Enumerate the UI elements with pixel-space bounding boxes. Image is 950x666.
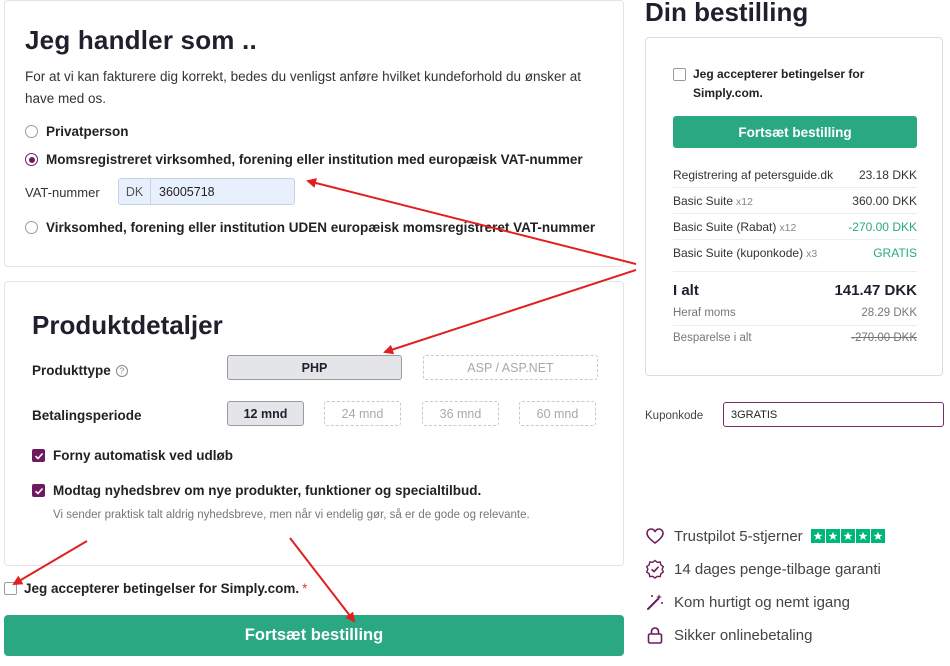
- period-36-months[interactable]: 36 mnd: [422, 401, 499, 426]
- vat-number-field[interactable]: DK: [118, 178, 295, 205]
- check-icon: [34, 452, 43, 460]
- vat-country-prefix: DK: [119, 179, 151, 204]
- order-line-name: Basic Suite (Rabat): [673, 219, 777, 234]
- product-type-label: Produkttype ?: [32, 363, 128, 378]
- order-line-price: GRATIS: [873, 246, 917, 260]
- order-total-value: 141.47 DKK: [834, 282, 917, 299]
- feature-label: Trustpilot 5-stjerner: [674, 527, 803, 545]
- order-total-label: I alt: [673, 282, 699, 299]
- feature-label: 14 dages penge-tilbage garanti: [674, 560, 881, 578]
- coupon-label: Kuponkode: [645, 410, 704, 422]
- period-24-months[interactable]: 24 mnd: [324, 401, 401, 426]
- order-accept-terms-label: Jeg accepterer betingelser for Simply.co…: [693, 67, 865, 100]
- feature-label: Sikker onlinebetaling: [674, 626, 813, 644]
- trustpilot-stars: [810, 529, 886, 543]
- period-60-months[interactable]: 60 mnd: [519, 401, 596, 426]
- order-line: Basic Suite (kuponkode) x3 GRATIS: [673, 240, 917, 266]
- star-icon: [810, 529, 825, 543]
- order-vat-label: Heraf moms: [673, 307, 736, 319]
- radio-button[interactable]: [25, 125, 38, 138]
- radio-label: Privatperson: [46, 124, 129, 139]
- radio-button-checked[interactable]: [25, 153, 38, 166]
- order-vat-row: Heraf moms 28.29 DKK: [673, 307, 917, 319]
- star-icon: [855, 529, 870, 543]
- radio-private-person[interactable]: Privatperson: [25, 124, 129, 139]
- heart-icon: [645, 526, 665, 546]
- badge-check-icon: [645, 559, 665, 579]
- newsletter-label: Modtag nyhedsbrev om nye produkter, funk…: [53, 483, 482, 498]
- vat-number-input[interactable]: [151, 184, 291, 199]
- feature-label: Kom hurtigt og nemt igang: [674, 593, 850, 611]
- order-lines: Registrering af petersguide.dk 23.18 DKK…: [673, 162, 917, 266]
- order-savings-row: Besparelse i alt -270.00 DKK: [673, 332, 917, 344]
- order-line-name: Basic Suite (kuponkode): [673, 246, 804, 260]
- order-line-price: -270.00 DKK: [848, 219, 917, 234]
- order-summary-card: Jeg accepterer betingelser for Simply.co…: [645, 37, 943, 376]
- product-type-text: Produkttype: [32, 363, 111, 378]
- customer-type-title: Jeg handler som ..: [25, 25, 257, 55]
- divider: [673, 325, 917, 326]
- order-total-row: I alt 141.47 DKK: [673, 282, 917, 299]
- order-accept-terms-option[interactable]: Jeg accepterer betingelser for Simply.co…: [673, 65, 913, 103]
- order-line-name: Basic Suite: [673, 193, 734, 208]
- product-type-asp[interactable]: ASP / ASP.NET: [423, 355, 598, 380]
- newsletter-option[interactable]: Modtag nyhedsbrev om nye produkter, funk…: [32, 483, 481, 498]
- coupon-input[interactable]: [723, 402, 944, 427]
- order-line: Basic Suite (Rabat) x12 -270.00 DKK: [673, 214, 917, 240]
- order-line: Basic Suite x12 360.00 DKK: [673, 188, 917, 214]
- lock-icon: [645, 625, 665, 645]
- accept-terms-checkbox[interactable]: [4, 582, 17, 595]
- feature-quick-start: Kom hurtigt og nemt igang: [645, 592, 850, 612]
- order-line-qty: x12: [736, 195, 753, 208]
- order-summary-title: Din bestilling: [645, 0, 809, 27]
- auto-renew-option[interactable]: Forny automatisk ved udløb: [32, 448, 233, 463]
- radio-business-without-vat[interactable]: Virksomhed, forening eller institution U…: [25, 220, 595, 235]
- feature-trustpilot: Trustpilot 5-stjerner: [645, 526, 886, 546]
- divider: [673, 271, 917, 272]
- order-line: Registrering af petersguide.dk 23.18 DKK: [673, 162, 917, 188]
- newsletter-checkbox[interactable]: [32, 484, 45, 497]
- order-savings-label: Besparelse i alt: [673, 332, 752, 344]
- accept-terms-label: Jeg accepterer betingelser for Simply.co…: [24, 581, 300, 596]
- customer-type-description: For at vi kan fakturere dig korrekt, bed…: [25, 69, 582, 106]
- required-mark: *: [302, 581, 308, 596]
- order-continue-button[interactable]: Fortsæt bestilling: [673, 116, 917, 148]
- radio-button[interactable]: [25, 221, 38, 234]
- product-type-php[interactable]: PHP: [227, 355, 402, 380]
- help-icon[interactable]: ?: [115, 364, 128, 377]
- radio-vat-registered-business[interactable]: Momsregistreret virksomhed, forening ell…: [25, 152, 583, 167]
- order-line-price: 23.18 DKK: [858, 167, 917, 182]
- order-accept-terms-checkbox[interactable]: [673, 68, 686, 81]
- order-line-qty: x3: [806, 248, 818, 260]
- period-12-months[interactable]: 12 mnd: [227, 401, 304, 426]
- check-icon: [34, 487, 43, 495]
- product-details-card: Produktdetaljer Produkttype ? PHP ASP / …: [4, 281, 624, 566]
- order-vat-value: 28.29 DKK: [861, 307, 917, 319]
- feature-money-back: 14 dages penge-tilbage garanti: [645, 559, 881, 579]
- vat-number-label: VAT-nummer: [25, 185, 100, 200]
- star-icon: [870, 529, 885, 543]
- accept-terms-option[interactable]: Jeg accepterer betingelser for Simply.co…: [4, 581, 307, 596]
- magic-wand-icon: [645, 592, 665, 612]
- newsletter-note: Vi sender praktisk talt aldrig nyhedsbre…: [53, 509, 530, 521]
- order-savings-value: -270.00 DKK: [851, 332, 917, 344]
- auto-renew-checkbox[interactable]: [32, 449, 45, 462]
- billing-period-label: Betalingsperiode: [32, 408, 142, 423]
- star-icon: [825, 529, 840, 543]
- radio-label: Momsregistreret virksomhed, forening ell…: [46, 152, 583, 167]
- order-line-qty: x12: [779, 221, 797, 234]
- customer-type-card: Jeg handler som .. For at vi kan fakture…: [4, 0, 624, 267]
- order-line-name: Registrering af petersguide.dk: [673, 167, 834, 182]
- continue-order-button[interactable]: Fortsæt bestilling: [4, 615, 624, 656]
- radio-label: Virksomhed, forening eller institution U…: [46, 220, 596, 235]
- auto-renew-label: Forny automatisk ved udløb: [53, 448, 234, 463]
- star-icon: [840, 529, 855, 543]
- order-line-price: 360.00 DKK: [852, 193, 917, 208]
- feature-secure-payment: Sikker onlinebetaling: [645, 625, 812, 645]
- product-details-title: Produktdetaljer: [32, 310, 223, 340]
